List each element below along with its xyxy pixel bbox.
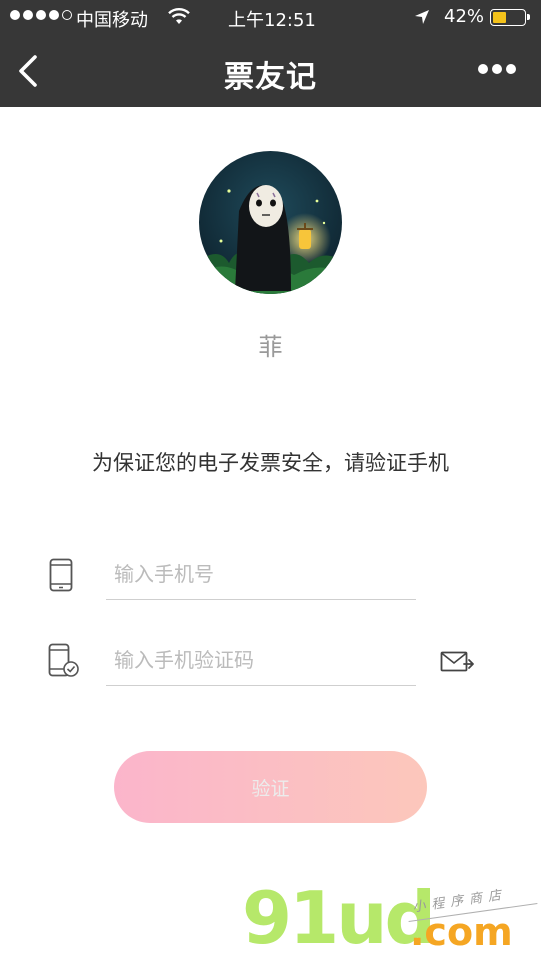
verification-notice: 为保证您的电子发票安全，请验证手机 (92, 451, 449, 475)
watermark-main: 91ud (242, 876, 436, 960)
status-bar: 中国移动 上午12:51 42% (0, 0, 541, 36)
login-verify-screen: 中国移动 上午12:51 42% 票友记 菲 为保证您的电子发票安全，请验证手机… (0, 0, 541, 960)
code-field (106, 634, 416, 686)
more-dots-icon[interactable] (478, 64, 516, 74)
clock: 上午12:51 (228, 10, 316, 31)
battery-icon (490, 9, 530, 26)
battery-percent: 42% (444, 6, 485, 27)
code-input[interactable] (106, 634, 416, 685)
phone-check-icon (48, 643, 79, 677)
location-arrow-icon (415, 10, 429, 24)
avatar (199, 151, 342, 294)
top-bar: 中国移动 上午12:51 42% 票友记 (0, 0, 541, 107)
page-title: 票友记 (224, 60, 317, 95)
signal-strength-icon (10, 10, 72, 20)
verify-button[interactable]: 验证 (114, 751, 427, 823)
send-mail-icon[interactable] (440, 651, 476, 673)
user-name: 菲 (258, 333, 283, 361)
phone-icon (49, 558, 73, 592)
watermark-suffix: .com (410, 910, 513, 954)
phone-field (106, 548, 416, 600)
phone-input[interactable] (106, 548, 416, 599)
carrier-name: 中国移动 (76, 10, 148, 31)
wifi-icon (168, 8, 190, 24)
watermark: 91ud 小程序商店 .com (240, 876, 540, 960)
